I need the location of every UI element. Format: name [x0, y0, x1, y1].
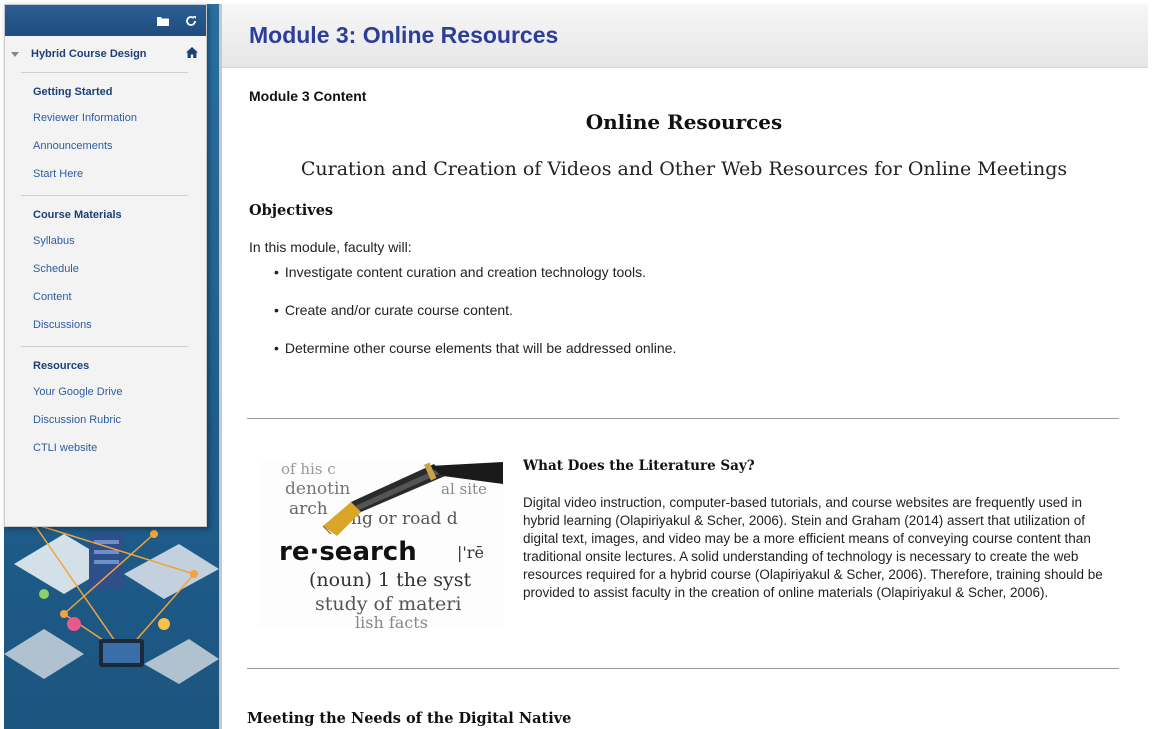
menu-heading: Course Materials — [33, 209, 122, 221]
main-heading: Online Resources — [585, 110, 783, 134]
menu-item-discussions[interactable]: Discussions — [33, 318, 206, 332]
image-text: of his c — [281, 462, 336, 478]
menu-item-announcements[interactable]: Announcements — [33, 139, 206, 167]
image-text: re·search — [279, 537, 417, 567]
image-text: al site — [441, 480, 487, 498]
image-text: |'rē — [457, 543, 484, 562]
objectives-intro: In this module, faculty will: — [249, 239, 412, 255]
menu-toolbar — [5, 5, 206, 36]
menu-item-start-here[interactable]: Start Here — [33, 167, 206, 181]
menu-section-resources: Resources Your Google Drive Discussion R… — [5, 347, 206, 469]
menu-section-getting-started: Getting Started Reviewer Information Ann… — [5, 73, 206, 195]
folder-icon[interactable] — [156, 14, 170, 28]
page-title: Module 3: Online Resources — [249, 22, 559, 48]
menu-item-discussion-rubric[interactable]: Discussion Rubric — [33, 413, 206, 441]
research-dictionary-image: of his c denotin al site arch ng or road… — [259, 462, 503, 628]
objectives-heading: Objectives — [249, 202, 334, 219]
course-title[interactable]: Hybrid Course Design — [31, 48, 186, 60]
image-text: (noun) 1 the syst — [309, 569, 472, 591]
refresh-icon[interactable] — [184, 14, 198, 28]
home-icon[interactable] — [186, 47, 198, 61]
menu-heading: Resources — [33, 360, 90, 372]
module-content: Module 3 Content Online Resources Curati… — [222, 68, 1148, 376]
menu-item-content[interactable]: Content — [33, 290, 206, 318]
menu-item-schedule[interactable]: Schedule — [33, 262, 206, 290]
content-label[interactable]: Module 3 Content — [249, 88, 1148, 104]
section-divider — [247, 668, 1119, 669]
menu-item-google-drive[interactable]: Your Google Drive — [33, 385, 206, 413]
menu-item-reviewer-information[interactable]: Reviewer Information — [33, 111, 206, 139]
image-text: denotin — [285, 479, 350, 499]
literature-paragraph: Digital video instruction, computer-base… — [523, 495, 1103, 600]
list-item: Investigate content curation and creatio… — [274, 262, 1148, 300]
list-item: Determine other course elements that wil… — [274, 338, 1148, 376]
course-menu: Hybrid Course Design Getting Started Rev… — [4, 4, 207, 527]
page-header: Module 3: Online Resources — [222, 4, 1148, 68]
menu-item-syllabus[interactable]: Syllabus — [33, 234, 206, 262]
image-text: ng or road d — [351, 509, 458, 529]
image-text: arch — [289, 499, 328, 519]
collapse-caret-icon[interactable] — [11, 51, 19, 57]
menu-item-ctli-website[interactable]: CTLI website — [33, 441, 206, 455]
list-item: Create and/or curate course content. — [274, 300, 1148, 338]
section-divider — [247, 418, 1119, 419]
objectives-list: Investigate content curation and creatio… — [249, 262, 1148, 376]
digital-native-heading: Meeting the Needs of the Digital Native — [247, 710, 572, 727]
course-title-row[interactable]: Hybrid Course Design — [5, 36, 206, 72]
sub-heading: Curation and Creation of Videos and Othe… — [300, 158, 1068, 180]
literature-heading: What Does the Literature Say? — [523, 458, 755, 474]
menu-section-course-materials: Course Materials Syllabus Schedule Conte… — [5, 196, 206, 346]
image-text: study of materi — [315, 593, 461, 615]
menu-heading: Getting Started — [33, 86, 113, 98]
image-text: lish facts — [355, 613, 428, 628]
